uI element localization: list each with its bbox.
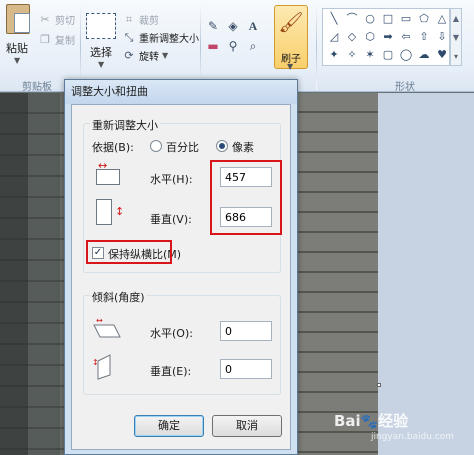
divider [200, 4, 201, 90]
select-icon [86, 13, 116, 39]
resize-legend: 重新调整大小 [90, 117, 160, 133]
rotate-label: 旋转 [139, 52, 159, 63]
resize-label: 重新调整大小 [139, 34, 199, 45]
horizontal-label: 水平(H): [150, 173, 193, 186]
chevron-down-icon: ▼ [98, 60, 105, 69]
magnifier-icon[interactable]: ⌕ [245, 38, 261, 54]
rotate-button[interactable]: ⟳ 旋转 ▼ [122, 48, 168, 63]
divider [80, 4, 81, 90]
shape-item-icon[interactable]: ⌒ [344, 11, 360, 27]
rotate-icon: ⟳ [124, 49, 134, 62]
skew-vertical-icon: ↕ [92, 354, 111, 380]
scissors-icon: ✂ [40, 13, 50, 26]
fill-icon[interactable]: ◈ [225, 18, 241, 34]
crop-icon: ⌗ [125, 12, 133, 26]
shape-item-icon[interactable]: ╲ [326, 11, 342, 27]
skew-horizontal-icon: ↔ [93, 317, 121, 338]
shape-item-icon[interactable]: ♥ [434, 47, 450, 63]
shapes-gallery: ╲ ⌒ ○ □ ▭ ⬠ △ ◿ ◇ ⬡ ➡ ⇦ ⇧ ⇩ ✦ ✧ ✶ ▢ ◯ ☁ ♥ [322, 8, 450, 66]
pixels-label[interactable]: 像素 [232, 139, 254, 155]
watermark-url: jingyan.baidu.com [371, 432, 455, 442]
resize-button[interactable]: ⤡ 重新调整大小 [122, 30, 199, 46]
skew-horizontal-input[interactable] [220, 321, 272, 341]
divider [316, 4, 317, 90]
shape-item-icon[interactable]: ◇ [344, 29, 360, 45]
shape-item-icon[interactable]: ◯ [398, 47, 414, 63]
chevron-down-icon: ▼ [287, 62, 294, 71]
copy-icon: ❐ [40, 33, 50, 46]
paw-icon: 🐾 [360, 414, 379, 430]
horizontal-arrow-icon: ↔ [98, 159, 108, 172]
dialog-title[interactable]: 调整大小和扭曲 [65, 80, 297, 104]
chevron-down-icon: ▼ [14, 56, 21, 65]
shape-item-icon[interactable]: ✶ [362, 47, 378, 63]
resize-skew-dialog: 调整大小和扭曲 重新调整大小 依据(B): 百分比 像素 ↔ 水平(H): ↕ … [64, 79, 298, 455]
shapes-group-label: 形状 [395, 82, 415, 93]
resize-icon: ⤡ [124, 30, 134, 44]
copy-label: 复制 [55, 36, 75, 47]
brush-icon: 🖌 [278, 10, 304, 34]
svg-text:↕: ↕ [92, 358, 99, 367]
brush-button[interactable]: 🖌 刷子 ▼ [274, 5, 308, 71]
chevron-down-icon: ▼ [162, 51, 169, 60]
shape-item-icon[interactable]: △ [434, 11, 450, 27]
shape-item-icon[interactable]: ✧ [344, 47, 360, 63]
pencil-icon[interactable]: ✎ [205, 18, 221, 34]
shape-item-icon[interactable]: ○ [362, 11, 378, 27]
pixels-radio[interactable] [216, 140, 228, 152]
copy-button[interactable]: ❐ 复制 [38, 32, 75, 47]
cancel-button[interactable]: 取消 [212, 415, 282, 437]
skew-vertical-label: 垂直(E): [150, 365, 192, 378]
tools-grid: ✎ ◈ A ▬ ⚲ ⌕ [205, 18, 261, 54]
canvas-resize-handle[interactable] [377, 383, 381, 387]
shape-item-icon[interactable]: ⇧ [416, 29, 432, 45]
vertical-resize-icon [96, 199, 112, 225]
watermark-brand2: 经验 [378, 412, 409, 430]
size-highlight-box [210, 160, 282, 235]
crop-label: 裁剪 [139, 16, 159, 27]
clipboard-group-label: 剪贴板 [22, 82, 52, 93]
shapes-scrollbar[interactable]: ▲ ▼ ▾ [450, 8, 462, 66]
keep-ratio-highlight-box [86, 240, 172, 264]
skew-horizontal-label: 水平(O): [150, 327, 193, 340]
shape-item-icon[interactable]: ▢ [380, 47, 396, 63]
shape-item-icon[interactable]: ☁ [416, 47, 432, 63]
paste-icon [6, 4, 30, 34]
ok-button[interactable]: 确定 [134, 415, 204, 437]
shape-item-icon[interactable]: ➡ [380, 29, 396, 45]
shape-item-icon[interactable]: ⇦ [398, 29, 414, 45]
svg-text:↔: ↔ [96, 317, 103, 325]
cut-button[interactable]: ✂ 剪切 [38, 12, 75, 27]
eraser-icon[interactable]: ▬ [205, 38, 221, 54]
skew-legend: 倾斜(角度) [90, 289, 147, 305]
dialog-client: 重新调整大小 依据(B): 百分比 像素 ↔ 水平(H): ↕ 垂直(V): ✓… [71, 104, 291, 450]
shape-item-icon[interactable]: ▭ [398, 11, 414, 27]
select-label: 选择 [90, 46, 112, 59]
skew-vertical-input[interactable] [220, 359, 272, 379]
percent-label[interactable]: 百分比 [166, 139, 199, 155]
vertical-arrow-icon: ↕ [115, 205, 125, 218]
color-picker-icon[interactable]: ⚲ [225, 38, 241, 54]
by-label: 依据(B): [92, 141, 134, 154]
percent-radio[interactable] [150, 140, 162, 152]
shape-item-icon[interactable]: ◿ [326, 29, 342, 45]
shape-item-icon[interactable]: ✦ [326, 47, 342, 63]
crop-button[interactable]: ⌗ 裁剪 [122, 12, 159, 28]
select-button[interactable]: 选择 ▼ [82, 4, 120, 70]
shape-item-icon[interactable]: □ [380, 11, 396, 27]
shape-item-icon[interactable]: ⬠ [416, 11, 432, 27]
shape-item-icon[interactable]: ⬡ [362, 29, 378, 45]
watermark: Bai🐾经验 [334, 410, 408, 431]
shape-item-icon[interactable]: ⇩ [434, 29, 450, 45]
watermark-brand: Bai [334, 412, 361, 430]
vertical-label: 垂直(V): [150, 213, 192, 226]
paste-label: 粘贴 [6, 42, 28, 55]
text-icon[interactable]: A [245, 18, 261, 34]
cut-label: 剪切 [55, 16, 75, 27]
paste-button[interactable]: 粘贴 ▼ [0, 0, 38, 74]
